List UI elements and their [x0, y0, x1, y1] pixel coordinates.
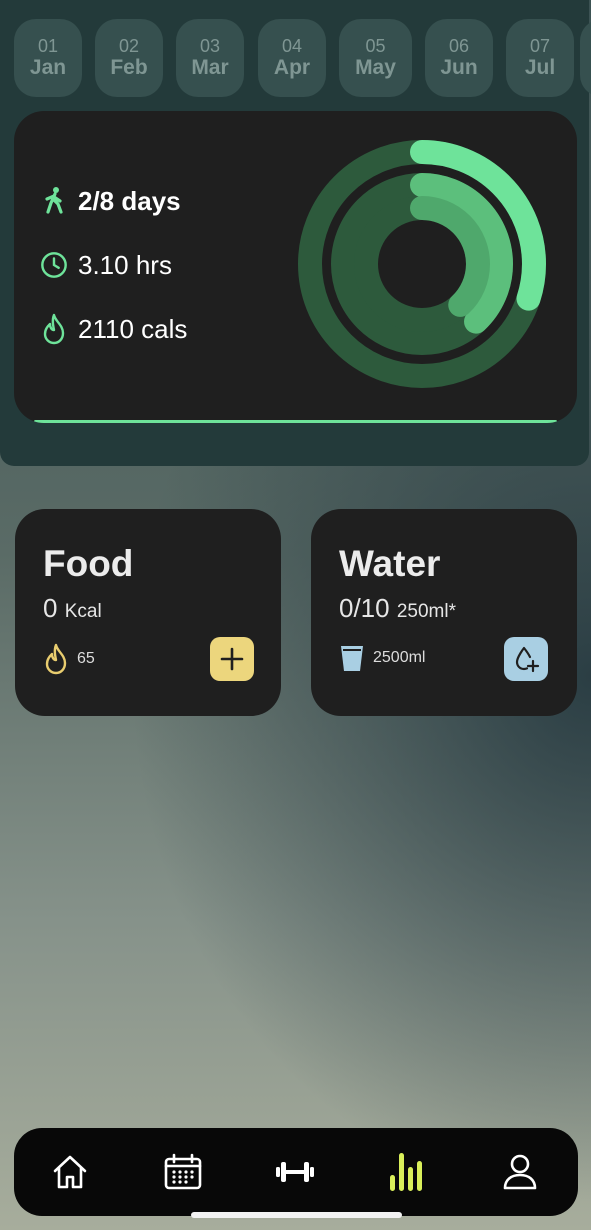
month-name: Feb	[110, 56, 148, 79]
water-total-stat: 2500ml	[339, 643, 425, 673]
clock-icon	[40, 249, 68, 281]
month-chip-partial[interactable]	[580, 19, 591, 97]
month-number: 02	[118, 36, 140, 56]
bar-chart-icon	[390, 1153, 422, 1191]
month-name: May	[355, 56, 396, 79]
hours-value: 3.10 hrs	[78, 249, 172, 280]
days-value: 2/8 days	[78, 185, 181, 216]
water-glass-size: 250ml*	[396, 601, 456, 622]
month-number: 06	[448, 36, 470, 56]
food-card[interactable]: Food 0 Kcal 65	[15, 509, 281, 716]
activity-summary-card[interactable]: 2/8 days 3.10 hrs 2110 cals	[14, 111, 577, 423]
droplet-plus-icon	[515, 646, 540, 673]
calendar-icon	[164, 1153, 202, 1190]
food-title: Food	[43, 543, 134, 584]
nav-stats[interactable]	[385, 1150, 429, 1194]
month-chip-jan[interactable]: 01 Jan	[14, 19, 82, 97]
month-name: Jan	[29, 56, 67, 79]
month-number: 05	[365, 36, 386, 56]
bottom-navigation	[14, 1128, 578, 1216]
activity-rings	[298, 140, 546, 388]
calories-value: 2110 cals	[78, 313, 188, 344]
card-accent-line	[34, 420, 557, 423]
walking-icon	[40, 185, 68, 217]
month-number: 03	[199, 36, 221, 56]
flame-icon	[43, 643, 69, 675]
month-chip-mar[interactable]: 03 Mar	[176, 19, 244, 97]
month-name: Apr	[273, 56, 311, 79]
food-value: 0 Kcal	[43, 593, 102, 624]
month-selector: 01 Jan 02 Feb 03 Mar 04 Apr 05 May 06 Ju…	[14, 19, 591, 97]
food-kcal-unit: Kcal	[64, 601, 102, 622]
add-water-button[interactable]	[504, 637, 548, 681]
water-total: 2500ml	[373, 649, 426, 666]
month-number: 01	[37, 36, 59, 56]
home-indicator	[191, 1212, 402, 1218]
month-chip-jun[interactable]: 06 Jun	[425, 19, 493, 97]
glass-icon	[339, 643, 365, 673]
nav-workouts[interactable]	[273, 1150, 317, 1194]
flame-icon	[40, 313, 68, 345]
month-number: 04	[281, 36, 303, 56]
profile-icon	[503, 1154, 537, 1190]
nav-home[interactable]	[48, 1150, 92, 1194]
water-value: 0/10 250ml*	[339, 593, 456, 624]
water-glasses-value: 0/10	[339, 593, 390, 623]
add-food-button[interactable]	[210, 637, 254, 681]
month-name: Jul	[524, 56, 556, 79]
nav-calendar[interactable]	[161, 1150, 205, 1194]
nav-profile[interactable]	[498, 1150, 542, 1194]
food-flame-count: 65	[77, 650, 95, 667]
dumbbell-icon	[276, 1162, 314, 1182]
home-icon	[53, 1155, 87, 1189]
food-kcal-value: 0	[43, 593, 58, 623]
hours-stat: 3.10 hrs	[40, 249, 172, 281]
activity-panel: 01 Jan 02 Feb 03 Mar 04 Apr 05 May 06 Ju…	[0, 0, 591, 466]
month-chip-jul[interactable]: 07 Jul	[506, 19, 574, 97]
month-name: Mar	[191, 56, 229, 79]
calories-stat: 2110 cals	[40, 313, 187, 345]
water-title: Water	[339, 543, 441, 584]
days-stat: 2/8 days	[40, 185, 181, 217]
month-name: Jun	[440, 56, 478, 79]
month-chip-may[interactable]: 05 May	[339, 19, 412, 97]
month-chip-apr[interactable]: 04 Apr	[258, 19, 326, 97]
month-number: 07	[529, 36, 551, 56]
food-flame-stat: 65	[43, 643, 95, 675]
water-card[interactable]: Water 0/10 250ml* 2500ml	[311, 509, 577, 716]
plus-icon	[220, 647, 244, 671]
month-chip-feb[interactable]: 02 Feb	[95, 19, 163, 97]
